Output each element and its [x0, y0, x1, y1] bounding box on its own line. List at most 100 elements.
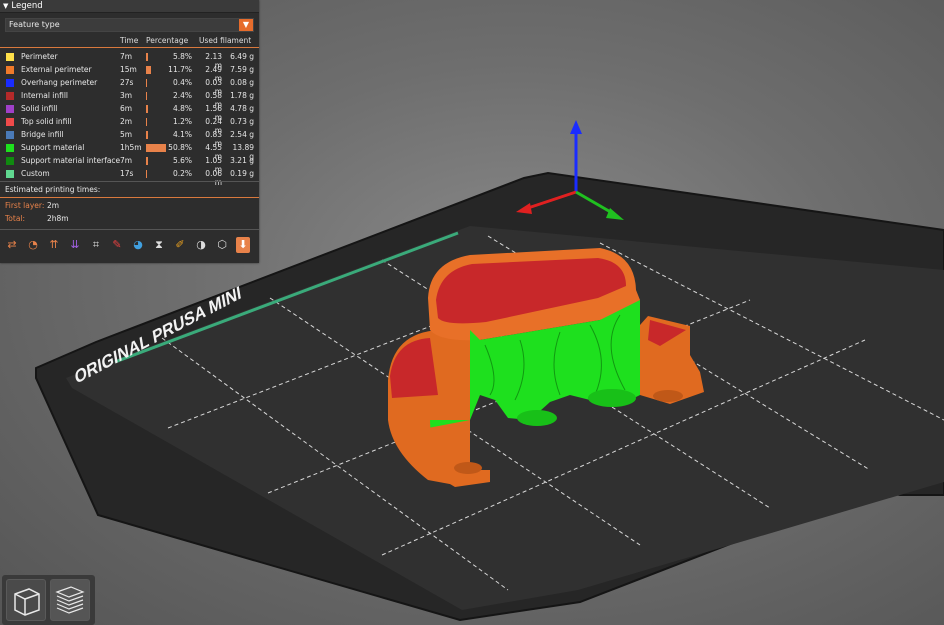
legend-row[interactable]: Solid infill 6m 4.8% 1.56 m 4.78 g	[0, 102, 259, 122]
feature-time: 5m	[120, 130, 133, 139]
tool-changes-icon[interactable]: ✎	[110, 237, 124, 253]
3d-view-button[interactable]	[6, 579, 46, 621]
feature-time: 7m	[120, 156, 133, 165]
feature-grams: 0.08 g	[230, 78, 254, 87]
feature-time: 3m	[120, 91, 133, 100]
legend-header[interactable]: ▼ Legend	[0, 0, 259, 13]
feature-name: Top solid infill	[21, 117, 72, 126]
color-swatch	[6, 105, 14, 113]
feature-name: External perimeter	[21, 65, 92, 74]
view-type-value: Feature type	[9, 20, 60, 29]
section-divider	[0, 181, 259, 182]
seams-icon[interactable]: ⌗	[89, 237, 103, 253]
toolbar-divider	[0, 229, 259, 230]
feature-time: 1h5m	[120, 143, 142, 152]
legend-row[interactable]: Overhang perimeter 27s 0.4% 0.03 m 0.08 g	[0, 76, 259, 96]
legend-row[interactable]: Support material 1h5m 50.8% 4.55 m 13.89 g	[0, 141, 259, 161]
feature-grams: 0.73 g	[230, 117, 254, 126]
deretractions-icon[interactable]: ⇊	[68, 237, 82, 253]
custom-gcode-icon[interactable]: ✐	[173, 237, 187, 253]
estimated-times-label: Estimated printing times:	[5, 185, 101, 194]
feature-percentage: 4.8%	[172, 104, 192, 113]
feature-percentage: 11.7%	[168, 65, 192, 74]
shells-icon[interactable]: ⬡	[215, 237, 229, 253]
preview-layers-icon	[55, 586, 85, 614]
view-type-dropdown[interactable]: Feature type ▼	[5, 18, 254, 32]
feature-grams: 3.21 g	[230, 156, 254, 165]
color-swatch	[6, 66, 14, 74]
percentage-bar	[146, 144, 166, 152]
first-layer-value: 2m	[47, 201, 60, 210]
color-swatch	[6, 144, 14, 152]
wipe-icon[interactable]: ◔	[26, 237, 40, 253]
3d-view-icon	[14, 588, 40, 616]
feature-time: 2m	[120, 117, 133, 126]
legend-panel: ▼ Legend Feature type ▼ Time Percentage U…	[0, 0, 259, 263]
color-swatch	[6, 118, 14, 126]
feature-percentage: 2.4%	[172, 91, 192, 100]
retractions-icon[interactable]: ⇈	[47, 237, 61, 253]
feature-time: 7m	[120, 52, 133, 61]
preview-button[interactable]	[50, 579, 90, 621]
col-header-used-filament: Used filament	[199, 36, 252, 45]
percentage-bar	[146, 105, 148, 113]
feature-grams: 2.54 g	[230, 130, 254, 139]
percentage-bar	[146, 92, 147, 100]
col-header-time: Time	[120, 36, 139, 45]
percentage-bar	[146, 79, 147, 87]
percentage-bar	[146, 118, 147, 126]
color-swatch	[6, 79, 14, 87]
legend-row[interactable]: Bridge infill 5m 4.1% 0.83 m 2.54 g	[0, 128, 259, 148]
feature-time: 6m	[120, 104, 133, 113]
feature-name: Perimeter	[21, 52, 58, 61]
options-toolbar: ⇄ ◔ ⇈ ⇊ ⌗ ✎ ◕ ⧗ ✐ ◑ ⬡ ⬇	[5, 237, 255, 255]
percentage-bar	[146, 131, 148, 139]
feature-grams: 0.19 g	[230, 169, 254, 178]
pause-prints-icon[interactable]: ⧗	[152, 237, 166, 253]
feature-grams: 6.49 g	[230, 52, 254, 61]
travel-icon[interactable]: ⇄	[5, 237, 19, 253]
total-value: 2h8m	[47, 214, 69, 223]
chevron-down-icon[interactable]: ▼	[239, 19, 253, 31]
legend-title: Legend	[11, 1, 43, 11]
percentage-bar	[146, 157, 149, 165]
legend-row[interactable]: Internal infill 3m 2.4% 0.58 m 1.78 g	[0, 89, 259, 109]
color-swatch	[6, 92, 14, 100]
col-header-percentage: Percentage	[146, 36, 189, 45]
legend-row[interactable]: Support material interface 7m 5.6% 1.05 m 3.…	[0, 154, 259, 174]
percentage-bar	[146, 53, 149, 61]
feature-percentage: 5.6%	[172, 156, 192, 165]
first-layer-label: First layer:	[5, 201, 45, 210]
feature-name: Internal infill	[21, 91, 69, 100]
total-label: Total:	[5, 214, 26, 223]
feature-percentage: 50.8%	[168, 143, 192, 152]
header-divider	[0, 47, 259, 48]
collapse-triangle-icon[interactable]: ▼	[3, 0, 8, 12]
feature-percentage: 4.1%	[172, 130, 192, 139]
feature-name: Support material	[21, 143, 85, 152]
feature-name: Solid infill	[21, 104, 58, 113]
feature-percentage: 1.2%	[172, 117, 192, 126]
color-swatch	[6, 53, 14, 61]
feature-name: Custom	[21, 169, 50, 178]
feature-time: 17s	[120, 169, 134, 178]
total-row: Total: 2h8m	[5, 214, 69, 223]
percentage-bar	[146, 66, 151, 74]
center-of-gravity-icon[interactable]: ◑	[194, 237, 208, 253]
tool-marker-icon[interactable]: ⬇	[236, 237, 250, 253]
legend-row[interactable]: Custom 17s 0.2% 0.06 m 0.19 g	[0, 167, 259, 187]
percentage-bar	[146, 170, 147, 178]
color-changes-icon[interactable]: ◕	[131, 237, 145, 253]
legend-row[interactable]: Perimeter 7m 5.8% 2.13 m 6.49 g	[0, 50, 259, 70]
feature-grams: 4.78 g	[230, 104, 254, 113]
legend-row[interactable]: Top solid infill 2m 1.2% 0.24 m 0.73 g	[0, 115, 259, 135]
feature-name: Overhang perimeter	[21, 78, 98, 87]
estimated-divider	[0, 197, 259, 198]
feature-percentage: 5.8%	[172, 52, 192, 61]
legend-row[interactable]: External perimeter 15m 11.7% 2.49 m 7.59 g	[0, 63, 259, 83]
feature-time: 27s	[120, 78, 134, 87]
feature-name: Bridge infill	[21, 130, 64, 139]
color-swatch	[6, 157, 14, 165]
color-swatch	[6, 170, 14, 178]
feature-grams: 7.59 g	[230, 65, 254, 74]
